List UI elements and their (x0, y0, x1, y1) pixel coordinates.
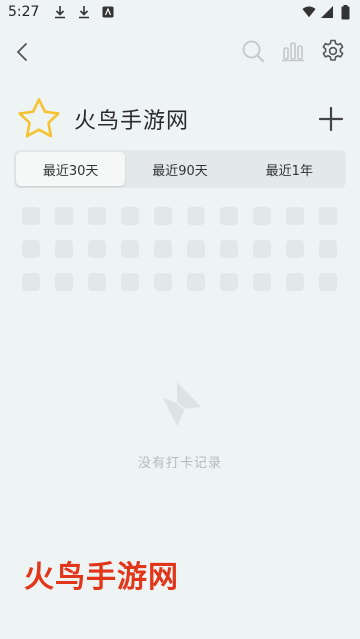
day-cell[interactable] (88, 207, 106, 225)
empty-state-text: 没有打卡记录 (137, 456, 222, 471)
wifi-icon (302, 5, 316, 19)
day-cell[interactable] (121, 207, 139, 225)
status-time: 5:27 (8, 4, 40, 20)
tab-90-days[interactable]: 最近90天 (125, 152, 234, 186)
day-cell[interactable] (55, 207, 73, 225)
tab-1-year[interactable]: 最近1年 (235, 152, 344, 186)
watermark-text: 火鸟手游网 (24, 560, 179, 595)
plus-icon (318, 106, 344, 132)
download-icon (77, 5, 91, 19)
toolbar (0, 30, 360, 74)
settings-button[interactable] (320, 38, 346, 64)
day-cell[interactable] (253, 273, 271, 291)
day-cell[interactable] (319, 273, 337, 291)
day-cell[interactable] (319, 207, 337, 225)
signal-icon (320, 5, 334, 19)
back-arrow-icon (16, 43, 27, 61)
day-cell[interactable] (253, 240, 271, 258)
status-bar: 5:27 (0, 0, 360, 24)
day-cell[interactable] (220, 207, 238, 225)
app-icon (101, 5, 115, 19)
day-cell[interactable] (286, 207, 304, 225)
day-cell[interactable] (121, 240, 139, 258)
stats-icon (282, 42, 304, 62)
battery-icon (338, 4, 352, 19)
day-cell[interactable] (88, 273, 106, 291)
day-cell[interactable] (55, 273, 73, 291)
day-cell[interactable] (22, 207, 40, 225)
day-cell[interactable] (187, 273, 205, 291)
range-selector: 最近30天 最近90天 最近1年 (14, 150, 346, 188)
day-cell[interactable] (154, 240, 172, 258)
day-cell[interactable] (187, 240, 205, 258)
paper-plane-icon (155, 380, 205, 430)
day-cell[interactable] (154, 273, 172, 291)
day-cell[interactable] (286, 240, 304, 258)
settings-icon (322, 39, 344, 61)
day-cell[interactable] (55, 240, 73, 258)
day-cell[interactable] (220, 240, 238, 258)
checkin-grid (22, 207, 342, 291)
day-cell[interactable] (187, 207, 205, 225)
search-icon (242, 40, 264, 62)
tab-30-days[interactable]: 最近30天 (16, 152, 126, 186)
day-cell[interactable] (253, 207, 271, 225)
download-icon (53, 5, 67, 19)
day-cell[interactable] (22, 273, 40, 291)
habit-header: 火鸟手游网 (16, 96, 346, 142)
habit-title: 火鸟手游网 (74, 109, 190, 134)
day-cell[interactable] (319, 240, 337, 258)
search-button[interactable] (240, 38, 266, 64)
day-cell[interactable] (286, 273, 304, 291)
stats-button[interactable] (280, 38, 306, 64)
day-cell[interactable] (220, 273, 238, 291)
day-cell[interactable] (154, 207, 172, 225)
day-cell[interactable] (121, 273, 139, 291)
add-button[interactable] (316, 104, 346, 134)
day-cell[interactable] (88, 240, 106, 258)
day-cell[interactable] (22, 240, 40, 258)
back-button[interactable] (8, 36, 36, 68)
star-icon[interactable] (16, 96, 62, 142)
